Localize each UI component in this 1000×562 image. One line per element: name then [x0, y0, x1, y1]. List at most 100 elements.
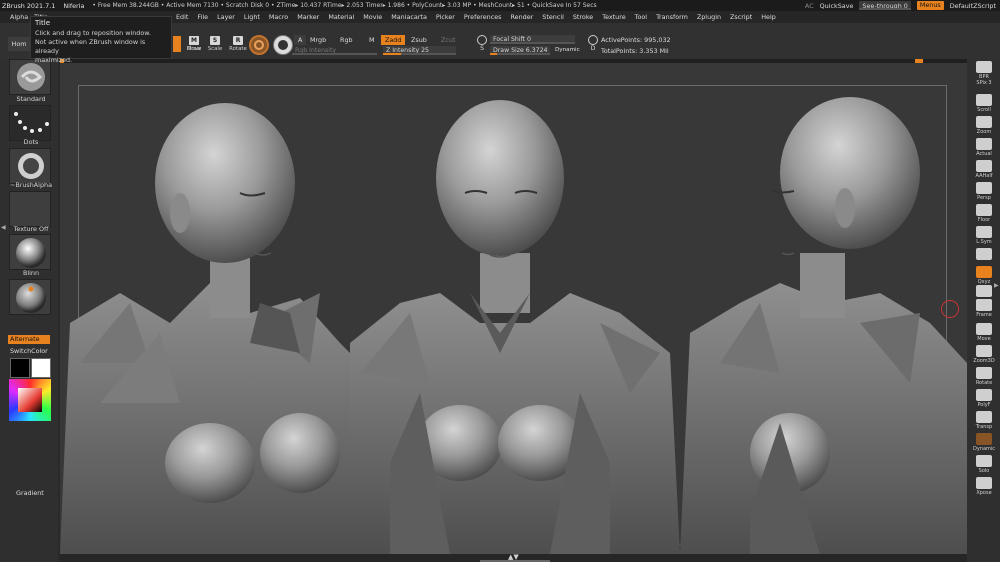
rgb-intensity-slider[interactable]: Rgb Intensity — [292, 46, 377, 55]
dynamic-button[interactable]: Dynamic — [973, 433, 995, 455]
mrgb-button[interactable]: Mrgb — [306, 35, 330, 45]
default-zscript-button[interactable]: DefaultZScript — [950, 2, 996, 10]
menu-light[interactable]: Light — [244, 11, 260, 23]
material-sphere-button[interactable] — [273, 35, 293, 55]
menu-layer[interactable]: Layer — [217, 11, 235, 23]
lsym-button[interactable]: L.Sym — [973, 226, 995, 248]
focal-shift-slider[interactable]: Focal Shift 0 — [490, 35, 575, 44]
transp-button[interactable]: Transp — [973, 411, 995, 433]
dynamic-toggle[interactable]: Dynamic — [555, 46, 580, 55]
zsub-button[interactable]: Zsub — [407, 35, 431, 45]
menu-material[interactable]: Material — [328, 11, 354, 23]
menu-zscript[interactable]: Zscript — [730, 11, 752, 23]
app-title: ZBrush 2021.7.1 — [2, 1, 56, 10]
quicksave-button[interactable]: QuickSave — [820, 2, 854, 10]
zoom-label: Zoom — [976, 129, 992, 135]
persp-button[interactable]: Persp — [973, 182, 995, 204]
rotate-view-button[interactable]: Rotate — [973, 367, 995, 389]
zadd-button[interactable]: Zadd — [381, 35, 406, 45]
material-tile[interactable] — [9, 234, 51, 270]
color-picker-square[interactable] — [18, 388, 42, 412]
scale-button[interactable]: S Scale — [204, 36, 226, 56]
texture-tile[interactable] — [9, 191, 51, 227]
bpr-icon — [976, 61, 992, 73]
right-tray-arrow[interactable]: ▶ — [994, 282, 999, 289]
rotate-view-label: Rotate — [975, 380, 993, 386]
rotate-button[interactable]: R Rotate — [227, 36, 249, 56]
xpose-button[interactable]: Xpose — [973, 477, 995, 499]
z-intensity-slider[interactable]: Z Intensity 25 — [383, 46, 456, 55]
stroke-label: Dots — [23, 138, 39, 146]
solo-button[interactable]: Solo — [973, 455, 995, 477]
s-icon-label: S — [480, 45, 484, 52]
m-button[interactable]: M — [365, 35, 379, 45]
zoom-button[interactable]: Zoom — [973, 116, 995, 138]
menu-transform[interactable]: Transform — [656, 11, 688, 23]
d-icon-button[interactable]: D — [587, 35, 599, 55]
stroke-tile[interactable] — [9, 105, 51, 141]
main-color-swatch[interactable] — [31, 358, 51, 378]
a-button[interactable]: A — [294, 35, 307, 45]
menu-zplugin[interactable]: Zplugin — [697, 11, 721, 23]
menu-preferences[interactable]: Preferences — [464, 11, 502, 23]
menu-stroke[interactable]: Stroke — [573, 11, 593, 23]
color-picker[interactable] — [9, 379, 51, 421]
spix-button[interactable]: SPix 3 — [973, 79, 995, 87]
menu-texture[interactable]: Texture — [602, 11, 625, 23]
rotate-label: Rotate — [229, 46, 247, 52]
menu-stencil[interactable]: Stencil — [542, 11, 564, 23]
dynamic-label: Dynamic — [973, 446, 996, 452]
frame-button[interactable]: Frame — [973, 299, 995, 321]
document-canvas[interactable] — [60, 63, 967, 554]
solo-icon — [976, 455, 992, 467]
menu-picker[interactable]: Picker — [436, 11, 455, 23]
see-through-slider[interactable]: See-through 0 — [859, 1, 911, 10]
move-button[interactable]: M Move — [183, 36, 205, 56]
menu-alpha[interactable]: Alpha — [10, 11, 28, 23]
gradient-button[interactable]: Gradient — [16, 489, 44, 497]
switchcolor-button[interactable]: SwitchColor — [10, 347, 48, 355]
alpha-label: ~BrushAlpha — [10, 181, 52, 189]
actual-button[interactable]: Actual — [973, 138, 995, 160]
tooltip-line-3: maximized. — [35, 56, 73, 64]
rgb-button[interactable]: Rgb — [336, 35, 357, 45]
menu-tool[interactable]: Tool — [635, 11, 647, 23]
secondary-color-swatch[interactable] — [10, 358, 30, 378]
menu-render[interactable]: Render — [511, 11, 534, 23]
menu-edit[interactable]: Edit — [176, 11, 188, 23]
menu-file[interactable]: File — [197, 11, 208, 23]
tooltip-line-2: Not active when ZBrush window is already — [35, 38, 146, 55]
blinn-material-icon — [16, 238, 46, 268]
s-icon-button[interactable]: S — [476, 35, 488, 55]
menu-movie[interactable]: Movie — [363, 11, 382, 23]
move-icon: M — [189, 36, 199, 45]
menu-help[interactable]: Help — [761, 11, 776, 23]
color-sphere-icon — [16, 283, 46, 313]
alpha-tile[interactable] — [9, 148, 51, 184]
menu-maniacarta[interactable]: Maniacarta — [391, 11, 427, 23]
home-button[interactable]: Hom — [8, 37, 30, 51]
floor-button[interactable]: Floor — [973, 204, 995, 226]
draw-size-slider[interactable]: Draw Size 6.3724 — [490, 46, 550, 55]
polyf-button[interactable]: PolyF — [973, 389, 995, 411]
lightbox-toggle[interactable] — [173, 36, 181, 52]
zcut-button[interactable]: Zcut — [437, 35, 459, 45]
aahalf-button[interactable]: AAHalf — [973, 160, 995, 182]
stats-readout: • Free Mem 38.244GB • Active Mem 7130 • … — [92, 2, 597, 9]
zoom3d-button[interactable]: Zoom3D — [973, 345, 995, 367]
spix-label: SPix 3 — [976, 80, 992, 86]
draw-size-icon — [588, 35, 598, 45]
menu-marker[interactable]: Marker — [297, 11, 319, 23]
color-sphere-tile[interactable] — [9, 279, 51, 315]
right-shelf: BPR SPix 3 Scroll Zoom Actual AAHalf Per… — [967, 59, 1000, 562]
menu-macro[interactable]: Macro — [269, 11, 288, 23]
move-view-label: Move — [977, 336, 991, 342]
move-view-button[interactable]: Move — [973, 323, 995, 345]
current-brush-button[interactable] — [249, 35, 269, 55]
alternate-button[interactable]: Alternate — [8, 335, 50, 344]
menus-button[interactable]: Menus — [916, 1, 944, 10]
left-tray-arrow[interactable]: ◀ — [1, 224, 6, 231]
scroll-button[interactable]: Scroll — [973, 94, 995, 116]
project-name: Niferia — [63, 1, 85, 10]
floor-label: Floor — [977, 217, 991, 223]
